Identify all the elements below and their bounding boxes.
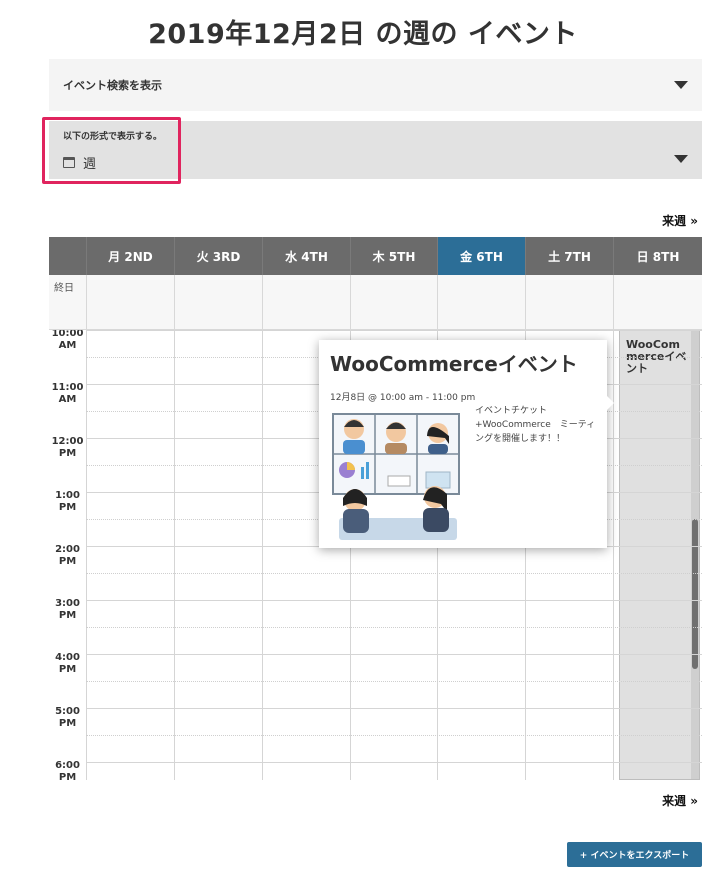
hour-meridiem: PM bbox=[58, 502, 77, 513]
calendar-header-row: 月 2ND 火 3RD 水 4TH 木 5TH 金 6TH 土 7TH 日 8TH bbox=[49, 237, 702, 275]
tooltip-date: 12月8日 @ 10:00 am - 11:00 pm bbox=[330, 393, 476, 403]
all-day-cell[interactable] bbox=[262, 275, 350, 330]
hour-meridiem: PM bbox=[58, 610, 77, 621]
all-day-label: 終日 bbox=[54, 283, 74, 294]
hour-meridiem: PM bbox=[58, 556, 77, 567]
hour-meridiem: PM bbox=[58, 448, 77, 459]
tooltip-description: イベントチケット+WooCommerce ミーティングを開催します！！ bbox=[475, 406, 596, 444]
event-search-label: イベント検索を表示 bbox=[63, 79, 162, 92]
day-header-6[interactable]: 土 7TH bbox=[525, 237, 613, 275]
all-day-cell[interactable] bbox=[613, 275, 702, 330]
hour-label: 12:00 PM bbox=[49, 436, 86, 460]
hour-line bbox=[86, 654, 702, 655]
tooltip-title[interactable]: WooCommerceイベント bbox=[330, 348, 578, 377]
view-selector-caption: 以下の形式で表示する。 bbox=[63, 132, 163, 142]
hour-label: 6:00 PM bbox=[49, 760, 86, 780]
half-hour-line bbox=[86, 735, 702, 736]
hour-meridiem: PM bbox=[58, 664, 77, 675]
view-selector-value: 週 bbox=[83, 157, 97, 172]
hour-label: 4:00 PM bbox=[49, 652, 86, 676]
day-header-5[interactable]: 金 6TH bbox=[437, 237, 525, 275]
hour-label: 3:00 PM bbox=[49, 598, 86, 622]
hour-label: 2:00 PM bbox=[49, 544, 86, 568]
scrollbar-thumb[interactable] bbox=[692, 519, 698, 669]
hour-line bbox=[86, 600, 702, 601]
hour-meridiem: AM bbox=[58, 394, 77, 405]
hour-label: 1:00 PM bbox=[49, 490, 86, 514]
scrollbar-track[interactable] bbox=[691, 331, 699, 779]
hour-line bbox=[86, 762, 702, 763]
event-block-woocommerce[interactable]: WooCommerceイベント bbox=[619, 330, 700, 780]
event-search-toggle[interactable]: イベント検索を表示 bbox=[49, 59, 702, 111]
view-selector-current: 週 bbox=[63, 153, 96, 172]
hour-time: 5:00 bbox=[55, 706, 80, 717]
half-hour-line bbox=[86, 573, 702, 574]
all-day-row: 終日 bbox=[49, 275, 702, 330]
day-header-3[interactable]: 水 4TH bbox=[262, 237, 350, 275]
day-header-1[interactable]: 月 2ND bbox=[86, 237, 174, 275]
hour-meridiem: AM bbox=[58, 340, 77, 351]
hour-label: 5:00 PM bbox=[49, 706, 86, 730]
half-hour-line bbox=[86, 681, 702, 682]
hour-line bbox=[86, 708, 702, 709]
hour-meridiem: PM bbox=[58, 718, 77, 729]
hour-time: 10:00 bbox=[51, 330, 84, 339]
hour-time: 3:00 bbox=[55, 598, 80, 609]
hour-label: 11:00 AM bbox=[49, 382, 86, 406]
view-selector[interactable]: 以下の形式で表示する。 週 bbox=[49, 121, 702, 179]
half-hour-line bbox=[86, 627, 702, 628]
meeting-illustration-icon bbox=[332, 413, 460, 540]
hour-time: 6:00 bbox=[55, 760, 80, 771]
hour-label: 10:00 AM bbox=[49, 330, 86, 352]
calendar-icon bbox=[63, 157, 75, 168]
all-day-cell[interactable] bbox=[350, 275, 437, 330]
day-header-2[interactable]: 火 3RD bbox=[174, 237, 262, 275]
next-week-link-bottom[interactable]: 来週 » bbox=[662, 792, 698, 809]
hour-time: 2:00 bbox=[55, 544, 80, 555]
hour-time: 11:00 bbox=[51, 382, 84, 393]
all-day-cell[interactable] bbox=[525, 275, 613, 330]
chevron-down-icon bbox=[674, 155, 688, 163]
hour-time: 4:00 bbox=[55, 652, 80, 663]
hour-line bbox=[86, 330, 702, 331]
all-day-cell[interactable] bbox=[437, 275, 525, 330]
day-column-divider bbox=[262, 330, 263, 780]
hour-time: 1:00 bbox=[55, 490, 80, 501]
day-column-divider bbox=[174, 330, 175, 780]
time-gutter-border bbox=[86, 330, 87, 780]
chevron-down-icon bbox=[674, 81, 688, 89]
next-week-link-top[interactable]: 来週 » bbox=[662, 212, 698, 229]
export-events-button[interactable]: + イベントをエクスポート bbox=[567, 842, 702, 867]
all-day-cell[interactable] bbox=[86, 275, 174, 330]
all-day-cell[interactable] bbox=[174, 275, 262, 330]
hour-time: 12:00 bbox=[51, 436, 84, 447]
page-title: 2019年12月2日 の週の イベント bbox=[148, 19, 578, 50]
event-tooltip: WooCommerceイベント 12月8日 @ 10:00 am - 11:00… bbox=[319, 340, 614, 548]
day-header-7[interactable]: 日 8TH bbox=[613, 237, 702, 275]
hour-meridiem: PM bbox=[58, 772, 77, 780]
day-header-4[interactable]: 木 5TH bbox=[350, 237, 437, 275]
